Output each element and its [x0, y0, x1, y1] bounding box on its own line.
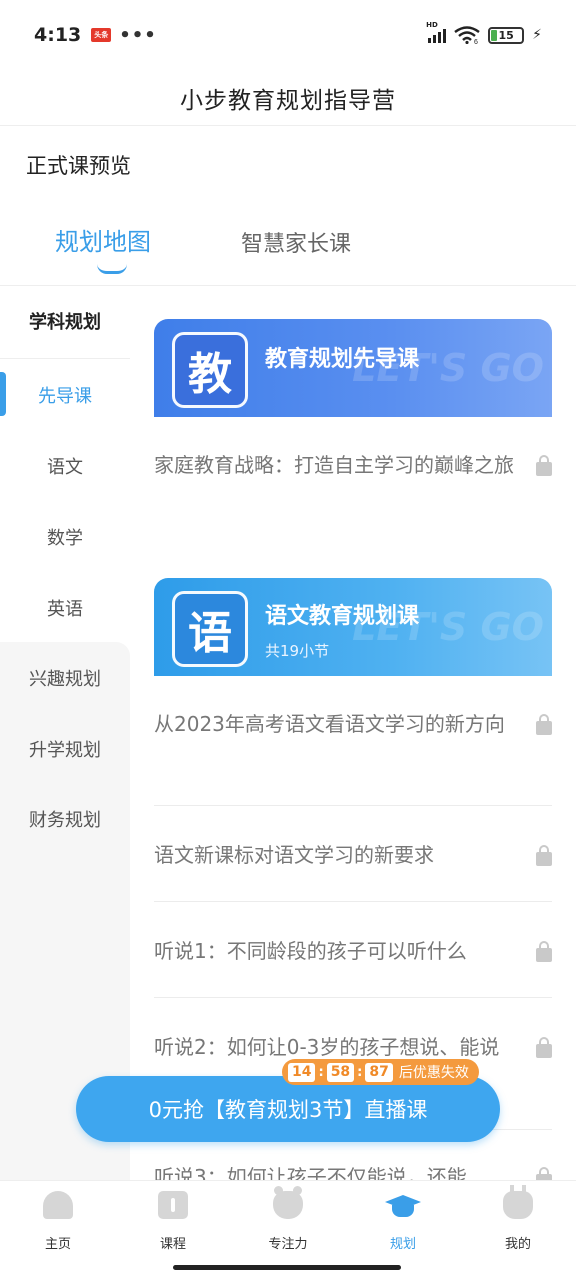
lock-icon	[536, 1037, 552, 1058]
course-banner-chinese[interactable]: 语 语文教育规划课 共19小节 LET'S GO	[154, 578, 552, 676]
category-sidebar: 学科规划 先导课 语文 数学 英语 兴趣规划 升学规划 财务规划	[0, 288, 130, 1180]
sidebar-heading: 学科规划	[29, 312, 101, 333]
course-list: 教 教育规划先导课 LET'S GO 家庭教育战略：打造自主学习的巅峰之旅 语 …	[130, 288, 576, 1180]
robot-icon	[503, 1185, 533, 1219]
nav-label: 课程	[159, 1237, 186, 1252]
status-indicators: HD 6 15 ⚡	[426, 21, 542, 44]
lesson-title: 语文新课标对语文学习的新要求	[154, 843, 434, 867]
wifi-icon: 6	[454, 26, 480, 44]
promo-label: 0元抢【教育规划3节】直播课	[148, 1098, 428, 1122]
lock-icon	[536, 845, 552, 866]
course-icon: 语	[172, 591, 248, 667]
divider	[154, 997, 552, 998]
nav-label: 我的	[504, 1237, 531, 1252]
lock-icon	[536, 714, 552, 735]
sidebar-item-math[interactable]: 数学	[0, 524, 130, 550]
active-tab-indicator	[97, 264, 127, 274]
divider	[154, 901, 552, 902]
sidebar-item-chinese[interactable]: 语文	[0, 453, 130, 479]
lesson-title: 从2023年高考语文看语文学习的新方向	[154, 712, 505, 736]
nav-planning[interactable]: 规划	[363, 1191, 443, 1252]
lesson-title: 家庭教育战略：打造自主学习的巅峰之旅	[154, 453, 514, 477]
course-icon: 教	[172, 332, 248, 408]
page-header: 小步教育规划指导营	[0, 70, 576, 126]
graduation-cap-icon	[383, 1191, 423, 1219]
section-title: 正式课预览	[26, 154, 131, 178]
wifi-band-label: 6	[474, 39, 478, 44]
lets-go-decoration: LET'S GO	[352, 346, 544, 390]
nav-label: 规划	[389, 1237, 416, 1252]
charging-icon: ⚡	[532, 27, 542, 43]
nav-home[interactable]: 主页	[18, 1191, 98, 1252]
news-badge-label: 头条	[94, 31, 109, 39]
more-notifications-icon: •••	[119, 24, 157, 46]
battery-icon: 15	[488, 26, 525, 44]
lesson-item[interactable]: 听说3：如何让孩子不仅能说，还能	[154, 1160, 552, 1180]
home-indicator[interactable]	[173, 1265, 401, 1270]
battery-level: 15	[498, 28, 514, 42]
lesson-title: 听说1：不同龄段的孩子可以听什么	[154, 939, 467, 963]
lesson-title: 听说3：如何让孩子不仅能说，还能	[154, 1165, 467, 1180]
lesson-item[interactable]: 语文新课标对语文学习的新要求	[154, 838, 552, 872]
course-banner-intro[interactable]: 教 教育规划先导课 LET'S GO	[154, 319, 552, 417]
nav-label: 专注力	[268, 1237, 308, 1252]
tab-parent-course[interactable]: 智慧家长课	[241, 226, 351, 258]
sidebar-item-intro[interactable]: 先导课	[0, 382, 130, 408]
lock-icon	[536, 941, 552, 962]
countdown-seconds: 87	[365, 1062, 393, 1082]
sidebar-item-interest[interactable]: 兴趣规划	[0, 665, 130, 691]
sidebar-item-english[interactable]: 英语	[0, 595, 130, 621]
bear-icon	[273, 1186, 303, 1219]
lesson-item[interactable]: 听说1：不同龄段的孩子可以听什么	[154, 934, 552, 968]
nav-focus[interactable]: 专注力	[248, 1186, 328, 1252]
status-bar: 4:13 头条 ••• HD 6 15 ⚡	[0, 0, 576, 70]
tab-label: 规划地图	[55, 228, 151, 256]
cellular-signal-icon: HD	[426, 21, 447, 43]
nav-label: 主页	[44, 1237, 71, 1252]
tab-planning-map[interactable]: 规划地图	[55, 222, 151, 274]
tab-bar: 规划地图 智慧家长课	[0, 222, 576, 286]
page-title: 小步教育规划指导营	[180, 87, 396, 114]
lesson-item[interactable]: 从2023年高考语文看语文学习的新方向	[154, 707, 552, 741]
countdown-hours: 14	[288, 1062, 316, 1082]
lock-icon	[536, 455, 552, 476]
sidebar-item-admission[interactable]: 升学规划	[0, 736, 130, 762]
hd-label: HD	[426, 21, 438, 29]
sidebar-item-finance[interactable]: 财务规划	[0, 806, 130, 832]
home-icon	[43, 1191, 73, 1219]
nav-courses[interactable]: 课程	[133, 1191, 213, 1252]
countdown-suffix: 后优惠失效	[398, 1065, 469, 1081]
lesson-item[interactable]: 家庭教育战略：打造自主学习的巅峰之旅	[154, 448, 552, 482]
course-book-icon	[158, 1191, 188, 1219]
nav-mine[interactable]: 我的	[478, 1185, 558, 1252]
news-app-icon: 头条	[91, 28, 112, 42]
countdown-minutes: 58	[326, 1062, 355, 1082]
status-time: 4:13	[34, 24, 82, 46]
free-live-course-button[interactable]: 0元抢【教育规划3节】直播课	[76, 1076, 500, 1142]
divider	[0, 358, 130, 359]
divider	[154, 805, 552, 806]
countdown-timer: 14 : 58 : 87 后优惠失效	[282, 1059, 479, 1085]
tab-label: 智慧家长课	[241, 232, 352, 257]
course-lesson-count: 共19小节	[265, 642, 330, 660]
lets-go-decoration: LET'S GO	[352, 605, 544, 649]
